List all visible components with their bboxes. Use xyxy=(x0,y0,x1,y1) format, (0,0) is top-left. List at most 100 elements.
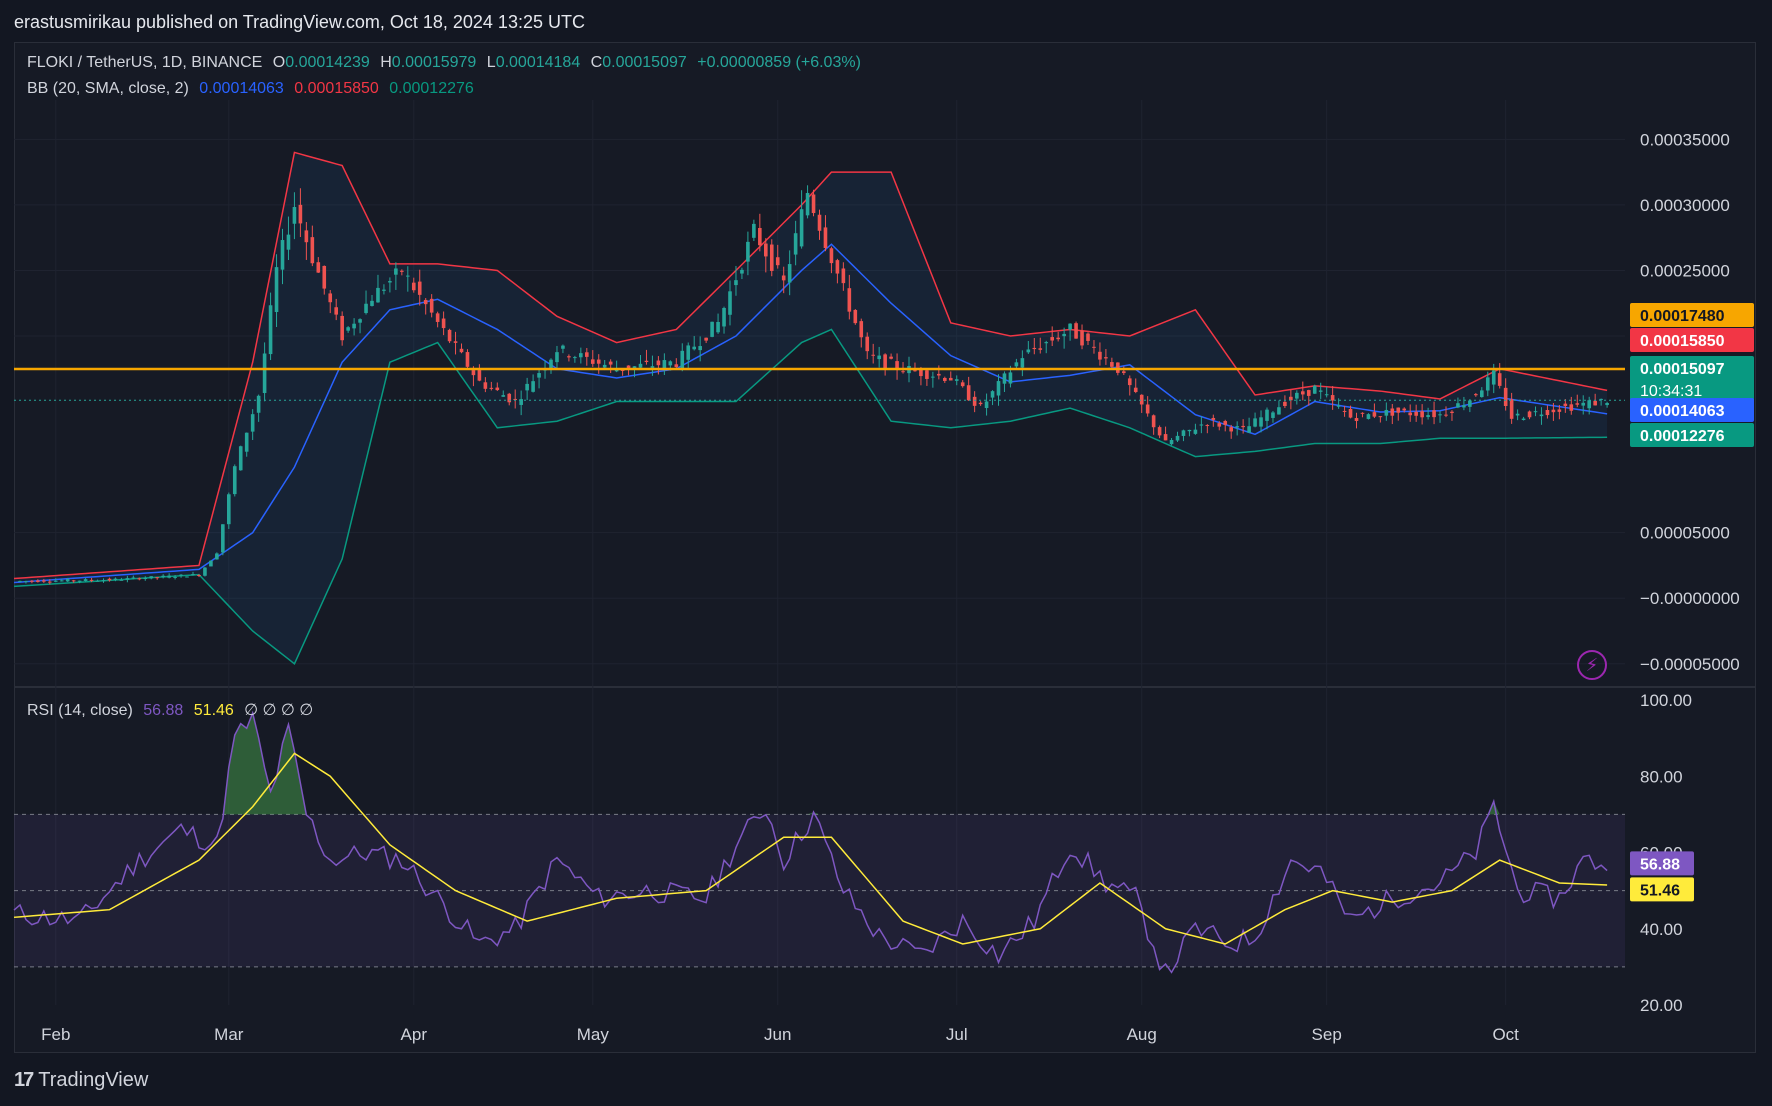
price-tag-value: 0.00017480 xyxy=(1640,308,1725,325)
candle-body xyxy=(1008,372,1013,384)
candle-body xyxy=(42,580,46,582)
price-tick-label: −0.00000000 xyxy=(1640,589,1740,608)
candle-body xyxy=(579,353,583,358)
candle-body xyxy=(340,315,344,341)
bb-lower-value: 0.00012276 xyxy=(389,80,474,97)
chart-canvas[interactable]: 0.000350000.000300000.000250000.00020000… xyxy=(0,0,1772,1106)
candle-body xyxy=(262,353,267,394)
rsi-extra-values: ∅ ∅ ∅ ∅ xyxy=(244,702,314,719)
candle-body xyxy=(167,575,171,578)
candle-body xyxy=(1390,408,1395,416)
footer-brand[interactable]: 17 TradingView xyxy=(14,1062,148,1098)
candle-body xyxy=(692,346,697,350)
candle-body xyxy=(1241,425,1245,428)
candle-body xyxy=(847,288,852,312)
candle-body xyxy=(232,466,237,495)
candle-body xyxy=(1295,392,1299,399)
candle-body xyxy=(507,393,512,403)
candle-body xyxy=(1223,420,1228,425)
candle-body xyxy=(1599,398,1603,400)
candle-body xyxy=(1563,403,1568,407)
time-tick-label: Jul xyxy=(946,1025,968,1044)
candle-body xyxy=(799,209,804,247)
price-legend: FLOKI / TetherUS, 1D, BINANCE O0.0001423… xyxy=(27,54,867,72)
candle-body xyxy=(1372,412,1377,417)
candle-body xyxy=(1384,409,1389,416)
candle-body xyxy=(1193,429,1198,434)
candle-body xyxy=(238,446,243,471)
candle-body xyxy=(1121,371,1126,374)
candle-body xyxy=(131,577,136,579)
candle-body xyxy=(453,341,458,343)
candle-body xyxy=(298,204,303,224)
candle-body xyxy=(716,321,720,333)
candle-body xyxy=(1289,396,1293,401)
candle-body xyxy=(1408,412,1413,416)
rsi-tick-label: 40.00 xyxy=(1640,920,1683,939)
time-tick-label: Mar xyxy=(214,1025,244,1044)
rsi-tick-label: 80.00 xyxy=(1640,767,1683,786)
candle-body xyxy=(573,357,577,359)
candle-body xyxy=(53,580,58,582)
candle-body xyxy=(1479,390,1484,398)
candle-body xyxy=(1002,373,1007,384)
candle-body xyxy=(441,318,446,329)
candle-body xyxy=(18,580,22,582)
price-tick-label: 0.00025000 xyxy=(1640,261,1730,280)
candle-body xyxy=(656,360,661,366)
candle-body xyxy=(1098,351,1102,360)
candle-body xyxy=(1456,403,1460,408)
price-tag-value: 0.00015850 xyxy=(1640,333,1725,350)
candle-body xyxy=(1163,434,1168,441)
candle-body xyxy=(435,313,440,322)
candle-body xyxy=(752,223,756,238)
candle-body xyxy=(901,371,905,373)
price-tick-label: 0.00005000 xyxy=(1640,524,1730,543)
candle-body xyxy=(1575,403,1580,405)
candle-body xyxy=(209,560,213,567)
candle-body xyxy=(1557,409,1562,412)
candle-body xyxy=(346,327,350,331)
open-value: 0.00014239 xyxy=(285,54,370,71)
candle-body xyxy=(931,376,935,378)
candle-body xyxy=(990,391,995,398)
candle-body xyxy=(1235,426,1239,428)
rsi-label[interactable]: RSI (14, close) xyxy=(27,702,133,719)
candle-body xyxy=(972,396,977,406)
candle-body xyxy=(686,345,691,360)
candle-body xyxy=(226,494,231,525)
candle-body xyxy=(1080,330,1084,346)
high-label: H xyxy=(380,54,392,71)
candle-body xyxy=(722,307,726,327)
candle-body xyxy=(1414,411,1418,416)
change-value: +0.00000859 (+6.03%) xyxy=(697,54,861,71)
candle-body xyxy=(83,579,88,581)
candle-body xyxy=(465,352,470,367)
price-tag-value: 0.00012276 xyxy=(1640,428,1725,445)
candle-body xyxy=(310,237,315,264)
rsi-overbought-fill xyxy=(14,712,1608,815)
candle-body xyxy=(36,580,40,582)
symbol-label[interactable]: FLOKI / TetherUS, 1D, BINANCE xyxy=(27,54,262,71)
candle-body xyxy=(30,580,34,582)
candle-body xyxy=(1217,423,1222,427)
candle-body xyxy=(286,234,291,250)
candle-body xyxy=(781,275,786,281)
high-value: 0.00015979 xyxy=(391,54,477,71)
candle-body xyxy=(1086,333,1090,341)
candle-body xyxy=(1354,418,1359,421)
rsi-tag-value: 56.88 xyxy=(1640,856,1680,873)
candle-body xyxy=(638,363,643,368)
candle-body xyxy=(769,244,774,271)
candle-body xyxy=(1539,414,1544,417)
bb-label[interactable]: BB (20, SMA, close, 2) xyxy=(27,80,189,97)
candle-body xyxy=(1157,427,1162,436)
candle-body xyxy=(185,576,189,578)
lightning-icon-glyph: ⚡ xyxy=(1586,655,1599,676)
bb-fill xyxy=(14,152,1608,664)
candle-body xyxy=(948,377,953,381)
candle-body xyxy=(1056,337,1060,340)
candle-body xyxy=(811,194,816,214)
candle-body xyxy=(608,361,613,365)
candle-body xyxy=(841,268,846,284)
